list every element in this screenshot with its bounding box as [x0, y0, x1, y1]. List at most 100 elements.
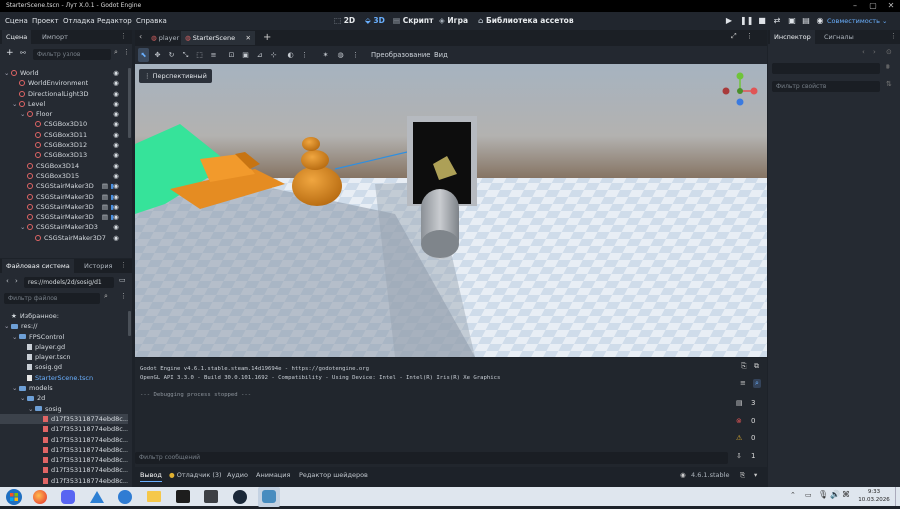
tab-inspector[interactable]: Инспектор [770, 30, 815, 44]
tab-starterscene[interactable]: ◍ StarterScene ✕ [181, 31, 255, 45]
perspective-menu[interactable]: ⋮ Перспективный [139, 69, 212, 83]
tab-audio[interactable]: Аудио [227, 468, 248, 482]
copy-output-icon[interactable]: ⧉ [754, 362, 759, 371]
history-forward-icon[interactable]: › [873, 48, 876, 56]
visibility-eye-icon[interactable]: ◉ [112, 99, 120, 109]
fs-file-item[interactable]: StarterScene.tscn [0, 373, 128, 383]
start-button[interactable] [3, 487, 25, 507]
pause-icon[interactable]: ❚❚ [740, 15, 753, 27]
expand-arrow-icon[interactable]: ⌄ [12, 99, 19, 109]
fs-file-item[interactable]: d17f353118774ebd8c... [0, 413, 128, 425]
scene-node[interactable]: ⌄ World ◉ [0, 68, 128, 78]
scene-node[interactable]: DirectionalLight3D ◉ [0, 89, 128, 99]
tab-shader-editor[interactable]: Редактор шейдеров [299, 468, 368, 482]
script-icon[interactable]: ▤ [102, 181, 108, 191]
tray-app-icon[interactable]: ▭ [805, 491, 812, 499]
file-filter-input[interactable]: Фильтр файлов [4, 293, 100, 304]
visibility-eye-icon[interactable]: ◉ [112, 181, 120, 191]
renderer-selector[interactable]: Совместимость ⌄ [827, 14, 897, 28]
output-settings-icon[interactable]: ≡ [740, 379, 746, 387]
taskbar-clock[interactable]: 9:33 10.03.2026 [857, 488, 891, 504]
volume-icon[interactable]: 🔊 [830, 490, 840, 499]
app-icon[interactable] [86, 487, 108, 507]
scene-node[interactable]: ⌄ Floor ◉ [0, 109, 128, 119]
scene-menu-icon[interactable]: ⋮ [123, 48, 130, 56]
play-custom-icon[interactable]: ▤ [800, 15, 812, 27]
expand-arrow-icon[interactable]: ⌄ [20, 393, 27, 403]
distraction-free-icon[interactable]: ⤢ [731, 32, 737, 41]
scene-node[interactable]: CSGBox3D10 ◉ [0, 119, 128, 129]
visibility-eye-icon[interactable]: ◉ [112, 140, 120, 150]
notifications-icon[interactable]: ⎘ [740, 468, 745, 482]
lock-icon[interactable]: ⊡ [226, 48, 237, 62]
fs-folder-item[interactable]: ⌄ res:// [0, 321, 128, 331]
visibility-eye-icon[interactable]: ◉ [112, 192, 120, 202]
tray-chevron-icon[interactable]: ⌃ [790, 491, 796, 499]
message-count-toggle[interactable]: ▤ 3 [736, 399, 764, 411]
transform-menu[interactable]: Преобразование [371, 48, 430, 62]
view-menu[interactable]: Вид [434, 48, 448, 62]
visibility-eye-icon[interactable]: ◉ [112, 171, 120, 181]
store-icon[interactable] [200, 487, 222, 507]
close-tab-icon[interactable]: ✕ [246, 31, 251, 45]
visibility-eye-icon[interactable]: ◉ [112, 78, 120, 88]
visibility-eye-icon[interactable]: ◉ [112, 161, 120, 171]
expand-arrow-icon[interactable]: ⌄ [20, 109, 27, 119]
workspace-assetlib-button[interactable]: ⌂ Библиотека ассетов [478, 12, 574, 30]
tab-import[interactable]: Импорт [38, 30, 72, 44]
visibility-eye-icon[interactable]: ◉ [112, 109, 120, 119]
search-icon[interactable]: ⌕ [114, 48, 118, 57]
node-filter-input[interactable]: Фильтр узлов [33, 49, 111, 60]
use-snap-icon[interactable]: ⋮ [299, 48, 310, 62]
terminal-icon[interactable] [172, 487, 194, 507]
remote-debug-icon[interactable]: ⇄ [771, 15, 783, 27]
scene-node[interactable]: CSGStairMaker3D ▤ ▮ ◉ [0, 212, 128, 222]
menu-scene[interactable]: Сцена [5, 12, 28, 30]
workspace-2d-button[interactable]: ⬚ 2D [334, 12, 355, 30]
preview-settings-icon[interactable]: ⋮ [350, 48, 361, 62]
scene-node[interactable]: WorldEnvironment ◉ [0, 78, 128, 88]
scene-node[interactable]: CSGStairMaker3D7 ◉ [0, 233, 128, 243]
script-icon[interactable]: ▤ [102, 192, 108, 202]
link-icon[interactable]: ⚯ [20, 49, 26, 57]
fs-folder-item[interactable]: ⌄ models [0, 383, 128, 393]
tab-signals[interactable]: Сигналы [820, 30, 858, 44]
fs-file-item[interactable]: player.tscn [0, 352, 128, 362]
visibility-eye-icon[interactable]: ◉ [112, 212, 120, 222]
tab-debugger[interactable]: ● Отладчик (3) [169, 468, 222, 482]
visibility-eye-icon[interactable]: ◉ [112, 150, 120, 160]
expand-arrow-icon[interactable]: ⌄ [12, 383, 19, 393]
expand-arrow-icon[interactable]: ⌄ [20, 222, 27, 232]
history-back-icon[interactable]: ‹ [862, 48, 865, 56]
close-window-icon[interactable]: ✕ [882, 0, 900, 12]
menu-project[interactable]: Проект [32, 12, 59, 30]
fs-folder-item[interactable]: ⌄ FPSControl [0, 332, 128, 342]
scene-node[interactable]: CSGStairMaker3D ▤ ▮ ◉ [0, 202, 128, 212]
list-select-icon[interactable]: ≡ [208, 48, 219, 62]
tab-scene[interactable]: Сцена [2, 30, 32, 44]
workspace-script-button[interactable]: ▤ Скрипт [393, 12, 433, 30]
menu-debug[interactable]: Отладка [63, 12, 95, 30]
workspace-game-button[interactable]: ◈ Игра [439, 12, 468, 30]
steam-icon[interactable] [229, 487, 251, 507]
view-gizmo[interactable] [720, 71, 760, 111]
stop-icon[interactable]: ■ [756, 15, 768, 27]
back-icon[interactable]: ‹ [6, 277, 9, 285]
environment-preview-icon[interactable]: ◍ [335, 48, 346, 62]
tab-player[interactable]: ◍ player [147, 31, 183, 45]
scene-history-icon[interactable]: ‹ [139, 32, 142, 41]
object-history-icon[interactable]: ⊙ [886, 48, 892, 56]
explorer-icon[interactable] [143, 487, 165, 507]
fs-dock-menu-icon[interactable]: ⋮ [120, 261, 127, 269]
bottom-panel-toggle-icon[interactable]: ▾ [754, 468, 757, 482]
expand-arrow-icon[interactable]: ⌄ [12, 332, 19, 342]
visibility-eye-icon[interactable]: ◉ [112, 89, 120, 99]
fs-file-item[interactable]: ★ Избранное: [0, 311, 128, 321]
visibility-eye-icon[interactable]: ◉ [112, 202, 120, 212]
object-menu-icon[interactable]: ⩩ [886, 63, 890, 72]
property-filter-input[interactable]: Фильтр свойств [772, 81, 880, 92]
fs-file-item[interactable]: d17f353118774ebd8c... [0, 476, 128, 486]
visibility-eye-icon[interactable]: ◉ [112, 119, 120, 129]
firefox-icon[interactable] [29, 487, 51, 507]
play-icon[interactable]: ▶ [723, 15, 735, 27]
